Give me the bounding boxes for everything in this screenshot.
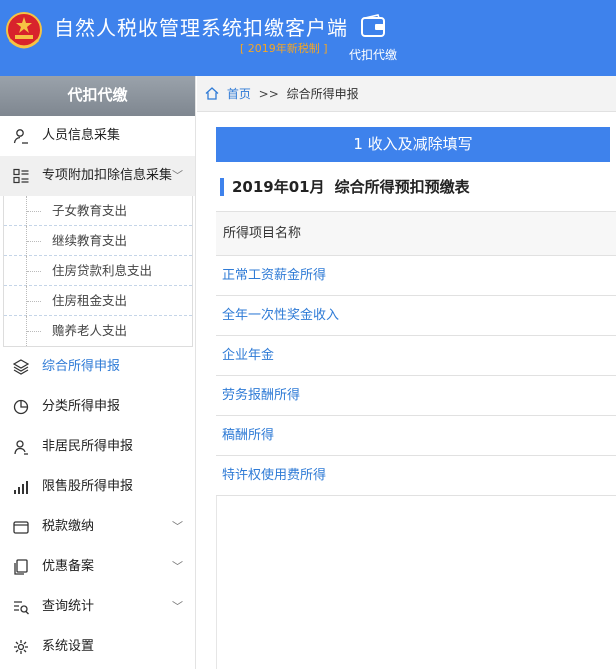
sidebar: 代扣代缴 人员信息采集 专项附加扣除信息采集 ﹀ 子女教育支出 继续教育支出 住… <box>0 76 196 669</box>
sidebar-item-classified-income[interactable]: 分类所得申报 <box>0 387 195 427</box>
app-header: 自然人税收管理系统扣缴客户端 [ 2019年新税制 ] 代扣代缴 <box>0 0 616 76</box>
table-row-author-remuneration[interactable]: 稿酬所得 <box>216 416 616 456</box>
section-period: 2019年01月 <box>232 178 325 196</box>
app-title: 自然人税收管理系统扣缴客户端 <box>54 16 348 40</box>
submenu-item-mortgage-interest[interactable]: 住房贷款利息支出 <box>4 256 192 286</box>
chevron-down-icon: ﹀ <box>172 560 183 573</box>
sidebar-item-label: 优惠备案 <box>42 559 95 574</box>
table-row-labor-remuneration[interactable]: 劳务报酬所得 <box>216 376 616 416</box>
breadcrumb-separator: >> <box>258 87 279 101</box>
sidebar-item-label: 查询统计 <box>42 599 95 614</box>
table-row-enterprise-annuity[interactable]: 企业年金 <box>216 336 616 376</box>
sidebar-item-preferential-filing[interactable]: 优惠备案 ﹀ <box>0 547 195 587</box>
withholding-menu-button[interactable]: 代扣代缴 <box>340 14 406 63</box>
sidebar-item-tax-payment[interactable]: 税款缴纳 ﹀ <box>0 507 195 547</box>
app-subtitle: [ 2019年新税制 ] <box>240 42 328 55</box>
sidebar-item-label: 限售股所得申报 <box>42 479 134 494</box>
sidebar-item-special-deduction[interactable]: 专项附加扣除信息采集 ﹀ <box>0 156 195 196</box>
sidebar-item-query-statistics[interactable]: 查询统计 ﹀ <box>0 587 195 627</box>
sidebar-item-personnel-info[interactable]: 人员信息采集 <box>0 116 195 156</box>
breadcrumb: 首页 >> 综合所得申报 <box>197 76 616 112</box>
submenu-item-continuing-education[interactable]: 继续教育支出 <box>4 226 192 256</box>
layers-icon <box>13 359 29 375</box>
person-edit-icon <box>13 129 28 144</box>
bar-chart-icon <box>14 481 28 494</box>
section-title: 2019年01月 综合所得预扣预缴表 <box>220 178 470 196</box>
sidebar-item-system-settings[interactable]: 系统设置 <box>0 627 195 667</box>
wallet-icon <box>361 14 385 37</box>
sidebar-item-nonresident-income[interactable]: 非居民所得申报 <box>0 427 195 467</box>
sidebar-item-label: 系统设置 <box>42 639 95 654</box>
sidebar-item-label: 非居民所得申报 <box>42 439 134 454</box>
table-row-salary[interactable]: 正常工资薪金所得 <box>216 256 616 296</box>
home-icon[interactable] <box>205 87 219 100</box>
submenu-item-elderly-support[interactable]: 赡养老人支出 <box>4 316 192 346</box>
submenu-item-housing-rent[interactable]: 住房租金支出 <box>4 286 192 316</box>
table-row-annual-bonus[interactable]: 全年一次性奖金收入 <box>216 296 616 336</box>
list-icon <box>13 168 29 184</box>
sidebar-item-label: 税款缴纳 <box>42 519 95 534</box>
section-table-name: 综合所得预扣预缴表 <box>334 178 470 196</box>
sidebar-item-label: 专项附加扣除信息采集 <box>42 168 173 183</box>
submenu-item-child-education[interactable]: 子女教育支出 <box>4 196 192 226</box>
national-emblem-icon <box>6 12 42 49</box>
step-income-deduction-button[interactable]: 1 收入及减除填写 <box>216 127 610 162</box>
search-list-icon <box>14 601 29 615</box>
sidebar-item-label: 分类所得申报 <box>42 399 121 414</box>
table-row-royalties[interactable]: 特许权使用费所得 <box>216 456 616 496</box>
chevron-down-icon: ﹀ <box>172 169 183 182</box>
gear-icon <box>14 640 28 654</box>
wallet-icon <box>13 521 29 534</box>
chevron-down-icon: ﹀ <box>172 520 183 533</box>
sidebar-item-label: 人员信息采集 <box>42 128 121 143</box>
sidebar-title: 代扣代缴 <box>0 76 195 116</box>
user-icon <box>14 440 28 455</box>
sidebar-item-comprehensive-income[interactable]: 综合所得申报 <box>0 347 195 387</box>
sidebar-item-restricted-shares[interactable]: 限售股所得申报 <box>0 467 195 507</box>
special-deduction-submenu: 子女教育支出 继续教育支出 住房贷款利息支出 住房租金支出 赡养老人支出 <box>3 196 193 347</box>
withholding-menu-label: 代扣代缴 <box>348 48 397 62</box>
chevron-down-icon: ﹀ <box>172 600 183 613</box>
income-items-table: 所得项目名称 正常工资薪金所得 全年一次性奖金收入 企业年金 劳务报酬所得 稿酬… <box>216 211 616 496</box>
content-divider <box>216 496 217 669</box>
sidebar-item-label: 综合所得申报 <box>42 359 121 374</box>
table-header-income-item: 所得项目名称 <box>216 212 616 256</box>
breadcrumb-home-link[interactable]: 首页 <box>227 87 251 101</box>
breadcrumb-current: 综合所得申报 <box>286 87 359 101</box>
copy-icon <box>14 559 28 575</box>
pie-chart-icon <box>13 399 29 415</box>
